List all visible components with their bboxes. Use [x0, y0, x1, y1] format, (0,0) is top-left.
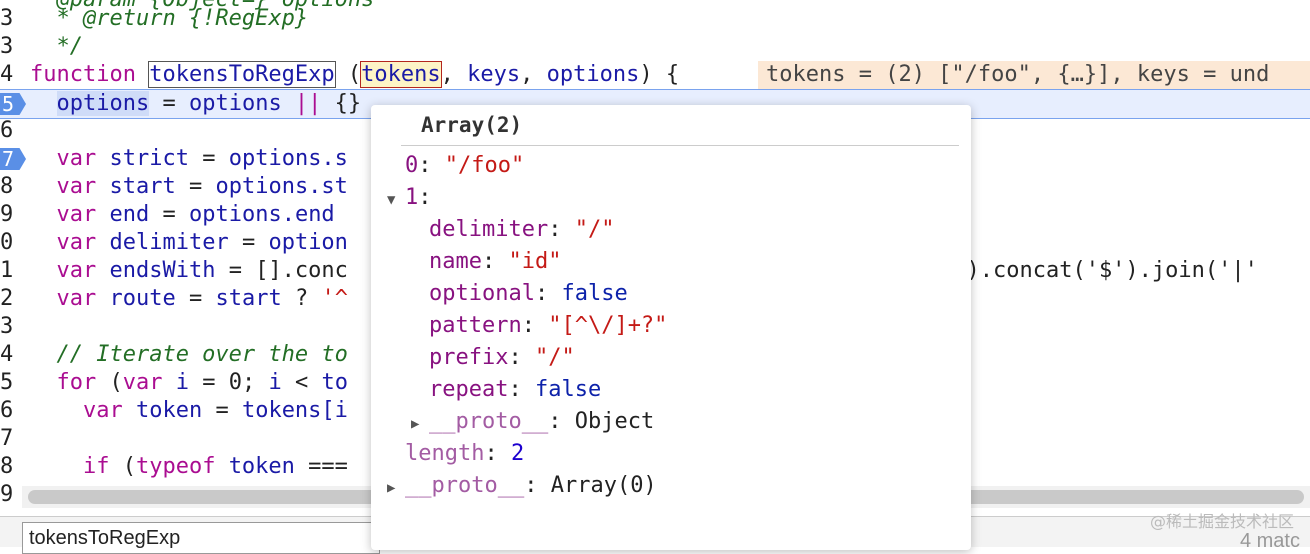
- line-number[interactable]: 9: [0, 201, 18, 229]
- code-line[interactable]: 3 */: [0, 33, 1310, 61]
- property-row: optional: false: [429, 281, 628, 306]
- property-key: 0: [405, 153, 419, 178]
- code-text: * @return {!RegExp}: [30, 6, 309, 31]
- property-value: Array(0): [550, 473, 657, 498]
- property-key: length: [405, 441, 485, 466]
- line-number[interactable]: 6: [0, 397, 18, 425]
- search-input[interactable]: tokensToRegExp: [22, 522, 380, 554]
- line-number[interactable]: 2: [0, 285, 18, 313]
- property-row: length: 2: [405, 441, 525, 466]
- line-number[interactable]: 8: [0, 453, 18, 481]
- code-text: var end = options.end: [30, 202, 335, 227]
- line-number[interactable]: 3: [0, 313, 18, 341]
- breakpoint-marker[interactable]: 5: [0, 93, 26, 115]
- property-row: 0: "/foo": [405, 153, 525, 178]
- object-preview-popover[interactable]: Array(2) 0: "/foo" ▼ 1: delimiter: "/" name:…: [371, 105, 971, 550]
- property-row: name: "id": [429, 249, 562, 274]
- property-value: Object: [574, 409, 655, 434]
- line-number[interactable]: 9: [0, 481, 18, 509]
- code-text: for (var i = 0; i < to: [30, 370, 348, 395]
- watermark: @稀土掘金技术社区: [1149, 512, 1294, 531]
- property-key: optional: [429, 281, 535, 306]
- property-key: __proto__: [429, 409, 549, 434]
- property-key: name: [429, 249, 482, 274]
- property-row[interactable]: ▶ __proto__: Array(0): [387, 470, 657, 502]
- collapse-triangle-icon[interactable]: ▼: [387, 184, 405, 216]
- property-row: pattern: "[^\/]+?": [429, 313, 668, 338]
- expand-triangle-icon[interactable]: ▶: [411, 408, 429, 440]
- expand-triangle-icon[interactable]: ▶: [387, 472, 405, 504]
- code-text: var route = start ? '^: [30, 286, 348, 311]
- line-number[interactable]: 5: [0, 369, 18, 397]
- line-number[interactable]: 3: [0, 33, 18, 61]
- code-text-tail: ng).concat('$').join('|': [940, 258, 1258, 283]
- match-count: 4 matc: [1239, 530, 1300, 552]
- property-key: 1: [405, 185, 419, 210]
- line-number[interactable]: 1: [0, 257, 18, 285]
- property-row[interactable]: ▶ __proto__: Object: [411, 406, 654, 438]
- property-value: 2: [510, 441, 525, 466]
- property-key: repeat: [429, 377, 509, 402]
- popover-title: Array(2): [421, 113, 523, 137]
- property-value: false: [561, 281, 628, 306]
- property-value: "/": [574, 217, 615, 242]
- property-value: "[^\/]+?": [548, 313, 668, 338]
- inline-variable-values: tokens = (2) ["/foo", {…}], keys = und: [758, 61, 1310, 89]
- property-value: "/foo": [444, 153, 525, 178]
- line-number[interactable]: 3: [0, 5, 18, 33]
- line-number[interactable]: 0: [0, 229, 18, 257]
- code-text: if (typeof token ===: [30, 454, 348, 479]
- code-text: function tokensToRegExp (tokens, keys, o…: [30, 61, 680, 88]
- line-number[interactable]: 4: [0, 61, 18, 89]
- code-text: */: [30, 34, 83, 59]
- property-row[interactable]: ▼ 1:: [387, 182, 432, 214]
- property-value: false: [534, 377, 602, 402]
- code-text: options = options || {}: [56, 91, 362, 116]
- code-text: // Iterate over the to: [30, 342, 348, 367]
- line-number[interactable]: 8: [0, 173, 18, 201]
- code-text: var token = tokens[i: [30, 398, 348, 423]
- property-row: delimiter: "/": [429, 217, 615, 242]
- property-value: "id": [508, 249, 562, 274]
- property-row: repeat: false: [429, 377, 602, 402]
- code-text: var strict = options.s: [30, 146, 348, 171]
- property-value: "/": [534, 345, 575, 370]
- property-key: __proto__: [405, 473, 525, 498]
- code-text: var delimiter = option: [30, 230, 348, 255]
- line-number[interactable]: 6: [0, 117, 18, 145]
- property-key: delimiter: [429, 217, 549, 242]
- property-key: prefix: [429, 345, 509, 370]
- popover-divider: [401, 145, 959, 146]
- code-line[interactable]: 3 * @return {!RegExp}: [0, 5, 1310, 33]
- property-key: pattern: [429, 313, 522, 338]
- code-text: var endsWith = [].conc: [30, 258, 348, 283]
- line-number[interactable]: 7: [0, 425, 18, 453]
- property-row: prefix: "/": [429, 345, 575, 370]
- line-number[interactable]: 4: [0, 341, 18, 369]
- breakpoint-marker[interactable]: 7: [0, 148, 26, 170]
- code-text: var start = options.st: [30, 174, 348, 199]
